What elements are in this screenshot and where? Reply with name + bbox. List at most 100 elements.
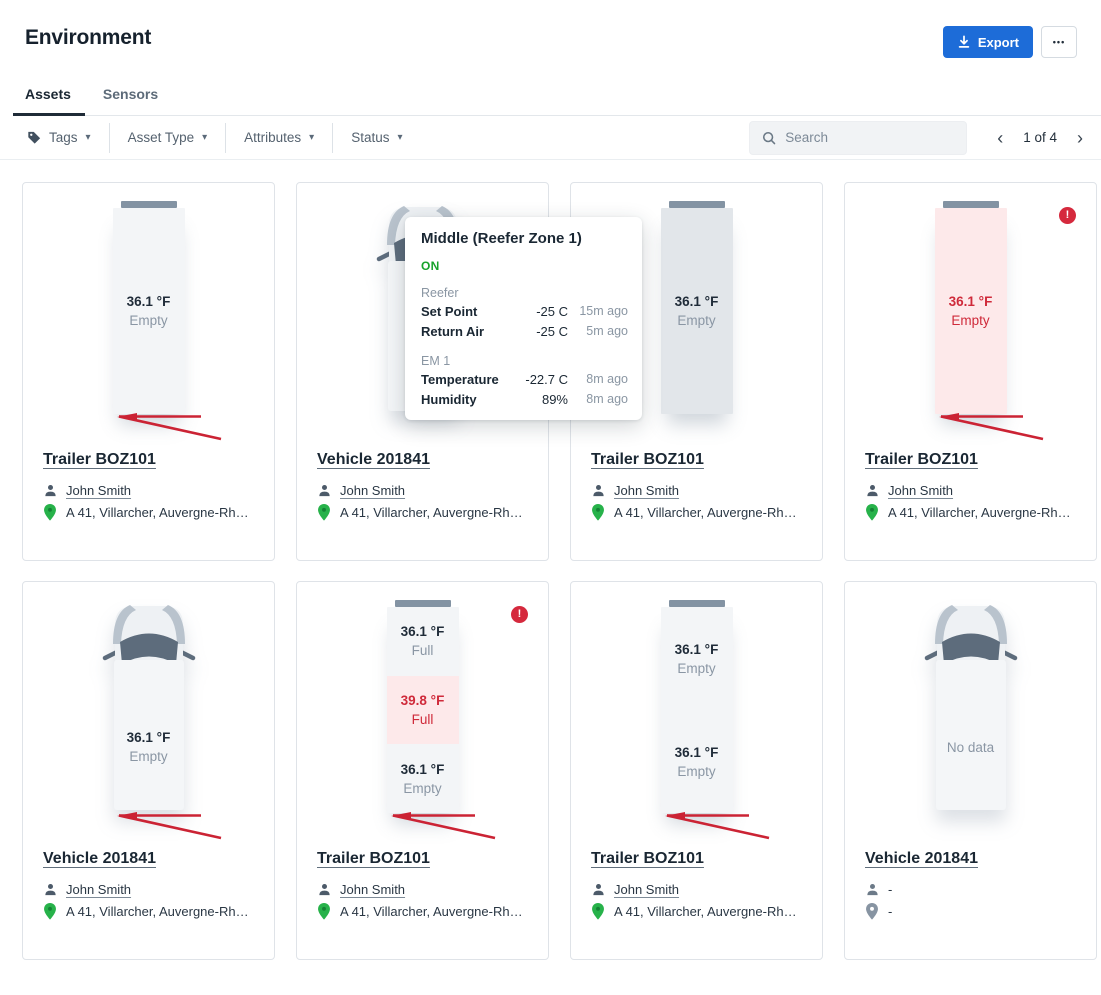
driver-row: John Smith	[865, 479, 1076, 501]
tab-sensors[interactable]: Sensors	[89, 86, 172, 115]
export-button[interactable]: Export	[943, 26, 1033, 58]
search-box[interactable]	[749, 121, 967, 155]
trailer-body: 36.1 °F Full 39.8 °F Full 36.1 °F Empty	[387, 607, 459, 813]
driver-icon	[591, 883, 605, 896]
asset-card[interactable]: ! 36.1 °F Full 39.8 °F Full 36.1 °	[296, 581, 549, 960]
truck-top-view	[919, 602, 1023, 814]
driver-link[interactable]: John Smith	[340, 483, 405, 498]
location-text: A 41, Villarcher, Auvergne-Rhône-Al...	[340, 505, 528, 520]
page-header: Environment Export •••	[0, 0, 1101, 58]
chevron-down-icon: ▾	[397, 132, 402, 143]
asset-title-link[interactable]: Vehicle 201841	[865, 850, 978, 868]
trailer-front-bar	[943, 201, 999, 208]
popover-section-name: Reefer	[421, 285, 628, 301]
more-actions-button[interactable]: •••	[1041, 26, 1077, 58]
chevron-down-icon: ▾	[309, 132, 314, 143]
trailer-body: 36.1 °F Empty	[113, 208, 185, 414]
asset-card[interactable]: No data Vehicle 201841 - -	[844, 581, 1097, 960]
page-indicator: 1 of 4	[1023, 130, 1057, 145]
asset-title-link[interactable]: Trailer BOZ101	[591, 850, 704, 868]
popover-title: Middle (Reefer Zone 1)	[421, 230, 628, 248]
pagination: ‹ 1 of 4 ›	[993, 127, 1091, 149]
door-open-indicator	[389, 812, 501, 842]
filter-asset-type[interactable]: Asset Type ▾	[109, 123, 226, 153]
asset-card[interactable]: 36.1 °F Empty 36.1 °F Empty	[570, 581, 823, 960]
filter-status[interactable]: Status ▾	[332, 123, 420, 153]
door-open-indicator	[663, 812, 775, 842]
tab-bar: Assets Sensors	[25, 86, 1101, 116]
location-row: A 41, Villarcher, Auvergne-Rhône-Al...	[317, 900, 528, 922]
temperature-zone: 36.1 °F Empty	[113, 208, 185, 414]
reading-time: 8m ago	[568, 392, 628, 406]
asset-title-link[interactable]: Vehicle 201841	[43, 850, 156, 868]
driver-link[interactable]: John Smith	[888, 483, 953, 498]
reading-value: -25 C	[514, 324, 568, 339]
sensor-reading-row: Temperature -22.7 C 8m ago	[421, 369, 628, 389]
asset-title-link[interactable]: Trailer BOZ101	[317, 850, 430, 868]
trailer-graphic: 36.1 °F Empty 36.1 °F Empty	[571, 582, 822, 834]
trailer-body: 36.1 °F Empty	[935, 208, 1007, 414]
temperature-zone: 36.1 °F Empty	[661, 208, 733, 414]
search-icon	[762, 131, 776, 145]
chevron-down-icon: ▾	[202, 132, 207, 143]
driver-link[interactable]: John Smith	[614, 882, 679, 897]
asset-card[interactable]: 36.1 °F Empty Trailer BOZ101 John Smith	[22, 182, 275, 561]
driver-icon	[317, 883, 331, 896]
asset-card[interactable]: ! 36.1 °F Empty Traile	[844, 182, 1097, 561]
temperature-zone: 36.1 °F Empty	[661, 710, 733, 813]
sensor-reading-row: Return Air -25 C 5m ago	[421, 321, 628, 341]
door-open-indicator	[937, 413, 1049, 443]
driver-row: John Smith	[591, 479, 802, 501]
driver-row: John Smith	[43, 479, 254, 501]
asset-card[interactable]: 36.1 °F Empty Vehicle 201841 John Smith	[22, 581, 275, 960]
header-actions: Export •••	[943, 26, 1077, 58]
asset-title-link[interactable]: Trailer BOZ101	[591, 451, 704, 469]
search-input[interactable]	[785, 130, 954, 145]
driver-icon	[865, 883, 879, 896]
alert-icon: !	[511, 606, 528, 623]
trailer-front-bar	[121, 201, 177, 208]
alert-icon: !	[1059, 207, 1076, 224]
chevron-down-icon: ▾	[86, 132, 91, 143]
asset-title-link[interactable]: Vehicle 201841	[317, 451, 430, 469]
asset-card[interactable]: Middle (Reefer Zone 1) ON Reefer Set Poi…	[296, 182, 549, 561]
popover-section-name: EM 1	[421, 353, 628, 369]
driver-link[interactable]: John Smith	[614, 483, 679, 498]
driver-link[interactable]: John Smith	[340, 882, 405, 897]
filter-attributes-label: Attributes	[244, 130, 301, 145]
truck-top-view	[97, 602, 201, 814]
door-open-indicator	[115, 413, 227, 443]
trailer-graphic: ! 36.1 °F Empty	[845, 183, 1096, 435]
asset-title-link[interactable]: Trailer BOZ101	[43, 451, 156, 469]
driver-icon	[317, 484, 331, 497]
driver-icon	[865, 484, 879, 497]
trailer-front-bar	[669, 201, 725, 208]
trailer-graphic: 36.1 °F Empty	[23, 183, 274, 435]
location-row: A 41, Villarcher, Auvergne-Rhône-Al...	[591, 501, 802, 523]
prev-page-button[interactable]: ‹	[993, 127, 1007, 149]
location-row: A 41, Villarcher, Auvergne-Rhône-Al...	[43, 900, 254, 922]
filter-tags[interactable]: Tags ▾	[25, 123, 109, 153]
filter-attributes[interactable]: Attributes ▾	[225, 123, 332, 153]
sensor-reading-row: Humidity 89% 8m ago	[421, 389, 628, 409]
filter-bar: Tags ▾ Asset Type ▾ Attributes ▾ Status …	[0, 116, 1101, 160]
driver-link[interactable]: John Smith	[66, 483, 131, 498]
tab-assets[interactable]: Assets	[13, 86, 85, 115]
location-row: A 41, Villarcher, Auvergne-Rhône-Al...	[865, 501, 1076, 523]
trailer-front-bar	[395, 600, 451, 607]
reading-label: Set Point	[421, 304, 514, 319]
download-icon	[957, 35, 971, 49]
driver-icon	[43, 883, 57, 896]
driver-row: John Smith	[591, 878, 802, 900]
location-text: A 41, Villarcher, Auvergne-Rhône-Al...	[340, 904, 528, 919]
driver-icon	[43, 484, 57, 497]
location-row: A 41, Villarcher, Auvergne-Rhône-Al...	[591, 900, 802, 922]
filter-asset-type-label: Asset Type	[128, 130, 195, 145]
next-page-button[interactable]: ›	[1073, 127, 1087, 149]
vehicle-graphic: No data	[845, 582, 1096, 834]
reading-label: Return Air	[421, 324, 514, 339]
temperature-zone-alert: 39.8 °F Full	[387, 676, 459, 745]
driver-link[interactable]: John Smith	[66, 882, 131, 897]
asset-title-link[interactable]: Trailer BOZ101	[865, 451, 978, 469]
driver-row: John Smith	[43, 878, 254, 900]
